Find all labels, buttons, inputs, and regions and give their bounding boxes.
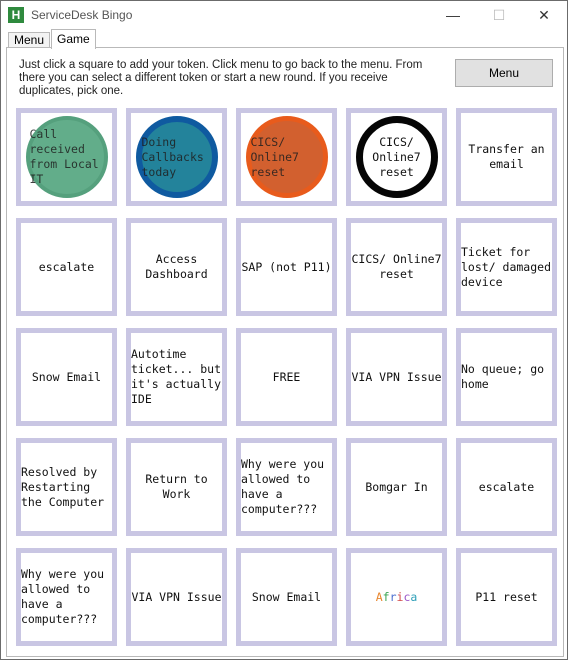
bingo-square-label: SAP (not P11) [241, 259, 332, 274]
bingo-square[interactable]: CICS/ Online7 reset [346, 218, 447, 316]
bingo-square[interactable]: Access Dashboard [126, 218, 227, 316]
bingo-square-label: Snow Email [251, 589, 322, 604]
bingo-square[interactable]: CICS/ Online7 reset [346, 108, 447, 206]
bingo-square-label: Call received from Local IT [29, 127, 99, 186]
bingo-square-label: Doing Callbacks today [141, 134, 204, 179]
app-icon: H [8, 7, 24, 23]
bingo-square[interactable]: CICS/ Online7 reset [236, 108, 337, 206]
bingo-square[interactable]: escalate [16, 218, 117, 316]
bingo-square[interactable]: Africa [346, 548, 447, 646]
bingo-square[interactable]: escalate [456, 438, 557, 536]
bingo-square-label: Access Dashboard [145, 252, 208, 281]
bingo-square-label: VIA VPN Issue [351, 369, 442, 384]
tab-menu[interactable]: Menu [8, 32, 51, 48]
bingo-square-label: Transfer an email [468, 142, 545, 171]
bingo-square[interactable]: Call received from Local IT [16, 108, 117, 206]
bingo-square[interactable]: Why were you allowed to have a computer?… [16, 548, 117, 646]
bingo-square[interactable]: Doing Callbacks today [126, 108, 227, 206]
menu-button[interactable]: Menu [455, 59, 553, 87]
bingo-square[interactable]: Transfer an email [456, 108, 557, 206]
bingo-square[interactable]: Snow Email [236, 548, 337, 646]
bingo-square[interactable]: Snow Email [16, 328, 117, 426]
bingo-square-label: VIA VPN Issue [131, 589, 222, 604]
bingo-square[interactable]: VIA VPN Issue [346, 328, 447, 426]
tab-game[interactable]: Game [51, 29, 96, 49]
bingo-square-label-africa: Africa [375, 589, 418, 604]
bingo-square[interactable]: VIA VPN Issue [126, 548, 227, 646]
player-token: Doing Callbacks today [135, 116, 218, 198]
bingo-square-label: Ticket for lost/ damaged device [461, 244, 552, 289]
player-token: CICS/ Online7 reset [355, 116, 438, 198]
bingo-square[interactable]: SAP (not P11) [236, 218, 337, 316]
instructions-text: Just click a square to add your token. C… [19, 59, 423, 97]
bingo-square[interactable]: Resolved by Restarting the Computer [16, 438, 117, 536]
bingo-square-label: Autotime ticket... but it's actually IDE [131, 347, 222, 406]
bingo-square-label: P11 reset [475, 589, 538, 604]
bingo-square-label: Why were you allowed to have a computer?… [21, 567, 105, 626]
player-token: Call received from Local IT [25, 116, 108, 198]
player-token: CICS/ Online7 reset [245, 116, 328, 198]
bingo-square[interactable]: Ticket for lost/ damaged device [456, 218, 557, 316]
bingo-square-label: No queue; go home [461, 362, 545, 391]
game-tab-page: Just click a square to add your token. C… [6, 47, 564, 657]
bingo-square-label: Why were you allowed to have a computer?… [241, 457, 325, 516]
bingo-square-label: CICS/ Online7 reset [351, 252, 442, 281]
bingo-square-label: escalate [38, 259, 95, 274]
title-bar: H ServiceDesk Bingo — ☐ ✕ [1, 1, 567, 30]
maximize-button[interactable]: ☐ [476, 1, 522, 30]
bingo-square-label: Bomgar In [365, 479, 428, 494]
bingo-square-label: FREE [272, 369, 301, 384]
bingo-square[interactable]: Why were you allowed to have a computer?… [236, 438, 337, 536]
bingo-square-label: CICS/ Online7 reset [372, 134, 421, 179]
bingo-square[interactable]: Return to Work [126, 438, 227, 536]
bingo-square-label: CICS/ Online7 reset [250, 134, 299, 179]
bingo-square-label: Return to Work [145, 472, 208, 501]
bingo-square[interactable]: Bomgar In [346, 438, 447, 536]
close-button[interactable]: ✕ [521, 1, 567, 30]
bingo-square[interactable]: Autotime ticket... but it's actually IDE [126, 328, 227, 426]
bingo-square-label: Snow Email [31, 369, 102, 384]
bingo-square-label: escalate [478, 479, 535, 494]
app-window: H ServiceDesk Bingo — ☐ ✕ Menu Game Just… [0, 0, 568, 660]
bingo-square[interactable]: P11 reset [456, 548, 557, 646]
minimize-button[interactable]: — [430, 1, 476, 30]
window-title: ServiceDesk Bingo [31, 8, 133, 22]
bingo-square[interactable]: No queue; go home [456, 328, 557, 426]
bingo-square[interactable]: FREE [236, 328, 337, 426]
bingo-square-label: Resolved by Restarting the Computer [21, 464, 105, 509]
